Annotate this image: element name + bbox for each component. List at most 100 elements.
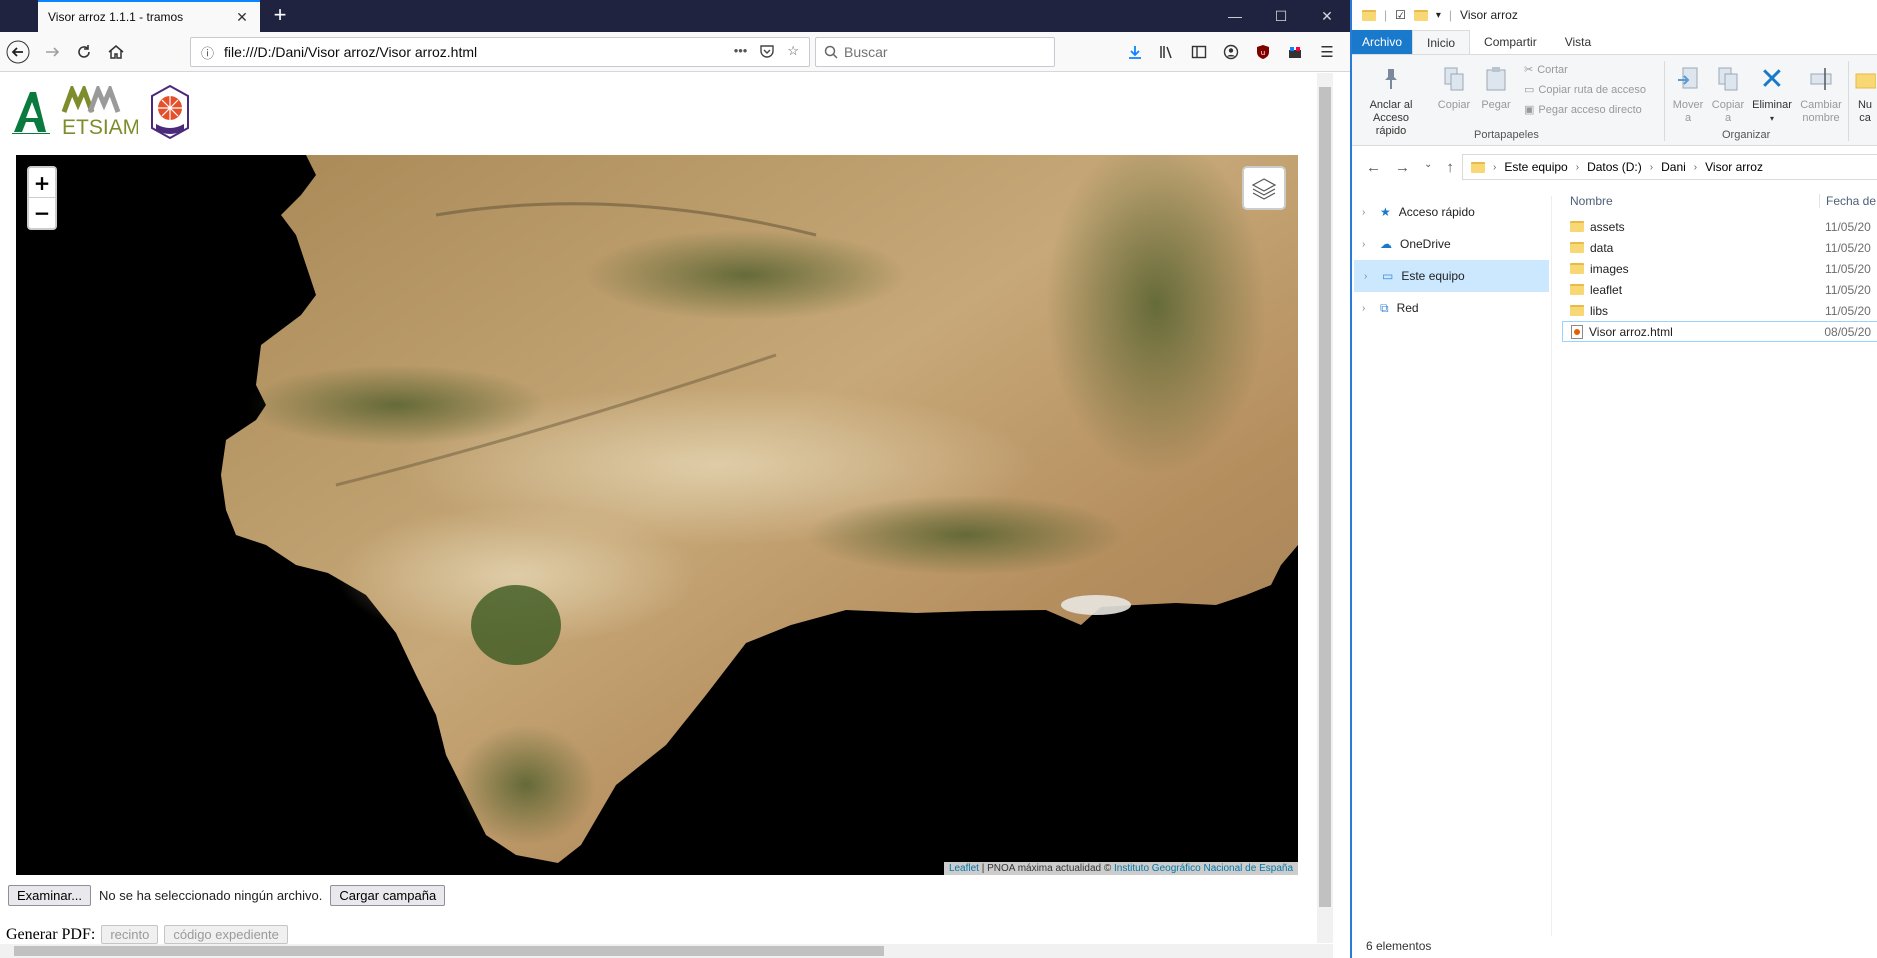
bookmark-star-icon[interactable]: ☆ <box>787 43 799 62</box>
column-fecha[interactable]: Fecha de <box>1819 194 1877 208</box>
file-row-data[interactable]: data 11/05/20 <box>1562 237 1877 258</box>
up-folder-icon[interactable]: ↑ <box>1446 159 1454 176</box>
url-bar[interactable]: ⓘ file:///D:/Dani/Visor arroz/Visor arro… <box>190 37 810 67</box>
new-tab-button[interactable]: + <box>268 4 292 28</box>
new-folder-icon[interactable] <box>1413 9 1428 21</box>
paste-button[interactable]: Pegar <box>1476 63 1516 112</box>
delete-label: Eliminar <box>1752 99 1792 111</box>
vertical-scrollbar[interactable] <box>1317 73 1333 943</box>
pdf-expediente-button[interactable]: código expediente <box>164 925 288 944</box>
explorer-back-icon[interactable]: ← <box>1366 159 1381 176</box>
file-row-images[interactable]: images 11/05/20 <box>1562 258 1877 279</box>
copy-path-button[interactable]: ▭ Copiar ruta de acceso <box>1524 83 1646 97</box>
attribution-text: | PNOA máxima actualidad © <box>978 863 1114 874</box>
horizontal-scrollbar[interactable] <box>0 944 1333 958</box>
delete-button[interactable]: ✕ Eliminar ▾ <box>1748 63 1796 125</box>
zoom-out-button[interactable]: − <box>29 198 55 228</box>
new-folder-button[interactable]: Nu ca <box>1852 63 1877 125</box>
properties-icon[interactable]: ☑ <box>1395 8 1406 22</box>
sidebar-icon[interactable] <box>1188 40 1210 64</box>
address-breadcrumb[interactable]: › Este equipo › Datos (D:) › Dani › Viso… <box>1462 154 1877 180</box>
move-icon <box>1674 63 1702 95</box>
url-text[interactable]: file:///D:/Dani/Visor arroz/Visor arroz.… <box>224 44 734 60</box>
tab-close-icon[interactable]: ✕ <box>234 9 250 25</box>
search-bar[interactable]: Buscar <box>815 37 1055 67</box>
crumb-este-equipo[interactable]: Este equipo <box>1504 160 1567 174</box>
page-actions-icon[interactable]: ••• <box>734 43 748 62</box>
leaflet-link[interactable]: Leaflet <box>949 863 979 874</box>
scissors-icon: ✂ <box>1524 64 1534 76</box>
maximize-button[interactable]: ☐ <box>1258 0 1304 32</box>
info-icon[interactable]: ⓘ <box>201 43 214 62</box>
home-button[interactable] <box>102 38 130 66</box>
navigation-toolbar: ⓘ file:///D:/Dani/Visor arroz/Visor arro… <box>0 32 1350 72</box>
zoom-in-button[interactable]: + <box>29 168 55 198</box>
folder-icon <box>1570 221 1584 232</box>
chevron-right-icon[interactable]: › <box>1364 271 1374 282</box>
tab-compartir[interactable]: Compartir <box>1470 30 1551 54</box>
tree-item-este-equipo[interactable]: › ▭ Este equipo <box>1354 260 1549 292</box>
forward-button[interactable] <box>38 38 66 66</box>
vertical-scroll-thumb[interactable] <box>1319 87 1331 907</box>
explorer-forward-icon[interactable]: → <box>1395 159 1410 176</box>
load-campaign-button[interactable]: Cargar campaña <box>330 885 446 906</box>
move-to-button[interactable]: Mover a <box>1670 63 1706 125</box>
file-name: assets <box>1590 219 1625 234</box>
copy-button[interactable]: Copiar <box>1434 63 1474 112</box>
quick-access-dropdown-icon[interactable]: ▾ <box>1436 10 1441 21</box>
horizontal-scroll-thumb[interactable] <box>14 946 884 956</box>
ublock-icon[interactable]: u <box>1252 40 1274 64</box>
file-name: Visor arroz.html <box>1589 324 1673 339</box>
crumb-datos[interactable]: Datos (D:) <box>1587 160 1642 174</box>
extension-icon[interactable] <box>1284 40 1306 64</box>
new-label-2: ca <box>1859 112 1871 124</box>
move-label-2: a <box>1684 112 1692 124</box>
leaflet-map[interactable]: + − Leaflet | PNOA máxima actualidad © I… <box>16 155 1298 875</box>
tree-item-onedrive[interactable]: › ☁ OneDrive <box>1352 228 1551 260</box>
firefox-html-file-icon <box>1571 324 1583 339</box>
file-row-visor-html[interactable]: Visor arroz.html 08/05/20 <box>1562 321 1877 342</box>
cut-button[interactable]: ✂ Cortar <box>1524 63 1568 77</box>
file-row-assets[interactable]: assets 11/05/20 <box>1562 216 1877 237</box>
menu-hamburger-icon[interactable]: ☰ <box>1316 40 1338 64</box>
layers-control-button[interactable] <box>1242 166 1286 210</box>
account-icon[interactable] <box>1220 40 1242 64</box>
pdf-recinto-button[interactable]: recinto <box>101 925 159 944</box>
pocket-icon[interactable] <box>759 43 775 62</box>
recent-locations-icon[interactable]: ⌄ <box>1424 159 1432 176</box>
file-row-libs[interactable]: libs 11/05/20 <box>1562 300 1877 321</box>
column-nombre[interactable]: Nombre <box>1562 194 1819 208</box>
folder-icon <box>1570 284 1584 295</box>
reload-button[interactable] <box>70 38 98 66</box>
window-controls: — ☐ ✕ <box>1212 0 1350 32</box>
copy-path-icon: ▭ <box>1524 84 1535 96</box>
tab-vista[interactable]: Vista <box>1551 30 1605 54</box>
crumb-visor-arroz[interactable]: Visor arroz <box>1705 160 1763 174</box>
paste-shortcut-button[interactable]: ▣ Pegar acceso directo <box>1524 103 1642 117</box>
browser-tab[interactable]: Visor arroz 1.1.1 - tramos ✕ <box>38 0 260 32</box>
copy-to-button[interactable]: Copiar a <box>1710 63 1746 125</box>
crumb-dani[interactable]: Dani <box>1661 160 1686 174</box>
back-button[interactable] <box>4 38 32 66</box>
tab-archivo[interactable]: Archivo <box>1352 30 1413 54</box>
library-icon[interactable] <box>1156 40 1178 64</box>
chevron-right-icon[interactable]: › <box>1362 303 1372 314</box>
close-window-button[interactable]: ✕ <box>1304 0 1350 32</box>
network-icon: ⧉ <box>1380 300 1389 315</box>
rename-label-2: nombre <box>1802 112 1840 124</box>
rename-button[interactable]: Cambiar nombre <box>1798 63 1844 125</box>
ign-link[interactable]: Instituto Geográfico Nacional de España <box>1114 863 1293 874</box>
folder-icon <box>1362 9 1376 21</box>
downloads-icon[interactable] <box>1124 40 1146 64</box>
move-label-1: Mover <box>1672 99 1704 111</box>
browse-file-button[interactable]: Examinar... <box>8 885 92 906</box>
tree-item-acceso-rapido[interactable]: › ★ Acceso rápido <box>1352 196 1551 228</box>
new-folder-ribbon-icon <box>1852 63 1877 95</box>
pin-quick-access-button[interactable]: Anclar al Acceso rápido <box>1360 63 1422 138</box>
chevron-right-icon[interactable]: › <box>1362 239 1372 250</box>
chevron-right-icon[interactable]: › <box>1362 207 1372 218</box>
file-row-leaflet[interactable]: leaflet 11/05/20 <box>1562 279 1877 300</box>
minimize-button[interactable]: — <box>1212 0 1258 32</box>
tree-item-red[interactable]: › ⧉ Red <box>1352 292 1551 324</box>
tab-inicio[interactable]: Inicio <box>1412 30 1471 54</box>
